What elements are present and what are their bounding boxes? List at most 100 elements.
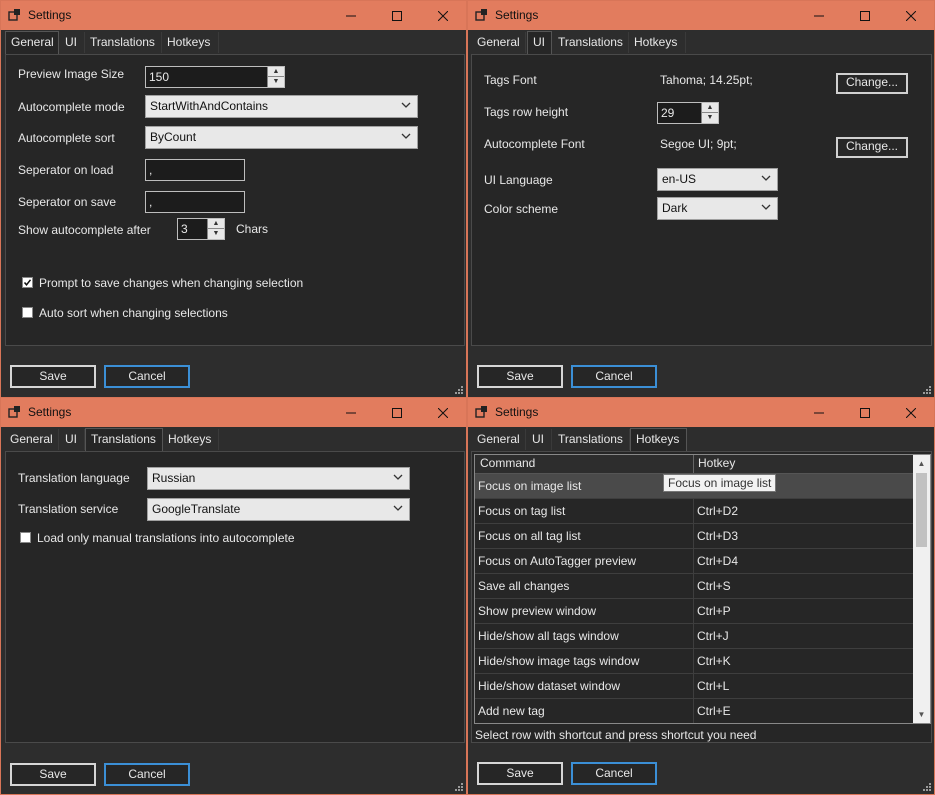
tab-ui[interactable]: UI: [527, 31, 552, 54]
hotkey-cell[interactable]: Ctrl+K: [697, 654, 731, 668]
scroll-up-icon[interactable]: ▲: [913, 455, 930, 472]
hotkey-cell[interactable]: Ctrl+D3: [697, 529, 738, 543]
minimize-button[interactable]: [796, 1, 842, 30]
cancel-button[interactable]: Cancel: [571, 762, 657, 785]
autocomplete-sort-label: Autocomplete sort: [18, 131, 115, 145]
table-row[interactable]: Focus on AutoTagger preview Ctrl+D4: [475, 549, 913, 574]
tab-hotkeys[interactable]: Hotkeys: [629, 32, 686, 53]
hotkey-cell[interactable]: Ctrl+E: [697, 704, 731, 718]
tags-font-label: Tags Font: [484, 73, 537, 87]
tab-general[interactable]: General: [5, 429, 59, 450]
tab-translations[interactable]: Translations: [85, 32, 162, 53]
translation-service-select[interactable]: GoogleTranslate: [147, 498, 410, 521]
ui-language-select[interactable]: en-US: [657, 168, 778, 191]
tab-hotkeys[interactable]: Hotkeys: [162, 32, 219, 53]
table-row[interactable]: Hide/show dataset window Ctrl+L: [475, 674, 913, 699]
tooltip: Focus on image list: [663, 474, 777, 492]
maximize-button[interactable]: [842, 1, 888, 30]
scroll-down-icon[interactable]: ▼: [913, 706, 930, 723]
hotkeys-grid[interactable]: Command Hotkey Focus on image list Focus…: [474, 454, 931, 724]
hotkey-cell[interactable]: Ctrl+P: [697, 604, 731, 618]
tab-translations[interactable]: Translations: [553, 32, 629, 53]
separator-on-load-input[interactable]: ,: [145, 159, 245, 181]
close-button[interactable]: [888, 1, 934, 30]
title-bar[interactable]: Settings: [468, 398, 934, 427]
prompt-to-save-checkbox[interactable]: [22, 277, 33, 288]
maximize-button[interactable]: [374, 398, 420, 427]
scroll-thumb[interactable]: [916, 473, 927, 547]
tab-ui[interactable]: UI: [527, 429, 552, 450]
table-row[interactable]: Hide/show image tags window Ctrl+K: [475, 649, 913, 674]
minimize-button[interactable]: [328, 1, 374, 30]
column-header-command[interactable]: Command: [480, 456, 535, 470]
cell-divider: [693, 674, 694, 698]
hotkey-cell[interactable]: Ctrl+S: [697, 579, 731, 593]
spin-buttons[interactable]: ▲ ▼: [701, 103, 718, 123]
title-bar[interactable]: Settings: [1, 398, 466, 427]
spin-down-icon[interactable]: ▼: [208, 229, 224, 239]
cancel-button[interactable]: Cancel: [571, 365, 657, 388]
vertical-scrollbar[interactable]: ▲ ▼: [913, 455, 930, 723]
tab-hotkeys[interactable]: Hotkeys: [630, 428, 687, 451]
tab-ui[interactable]: UI: [60, 32, 85, 53]
table-row[interactable]: Focus on all tag list Ctrl+D3: [475, 524, 913, 549]
column-header-hotkey[interactable]: Hotkey: [698, 456, 735, 470]
tab-general[interactable]: General: [472, 32, 526, 53]
table-row[interactable]: Hide/show all tags window Ctrl+J: [475, 624, 913, 649]
table-row[interactable]: Show preview window Ctrl+P: [475, 599, 913, 624]
tab-general[interactable]: General: [5, 31, 59, 54]
close-button[interactable]: [420, 1, 466, 30]
maximize-button[interactable]: [374, 1, 420, 30]
maximize-icon: [392, 10, 402, 21]
table-row[interactable]: Add new tag Ctrl+E: [475, 699, 913, 723]
close-button[interactable]: [888, 398, 934, 427]
spin-buttons[interactable]: ▲ ▼: [207, 219, 224, 239]
hotkey-cell[interactable]: Ctrl+L: [697, 679, 729, 693]
save-button[interactable]: Save: [10, 365, 96, 388]
separator-on-save-input[interactable]: ,: [145, 191, 245, 213]
tab-ui[interactable]: UI: [60, 429, 85, 450]
autocomplete-mode-select[interactable]: StartWithAndContains: [145, 95, 418, 118]
hotkey-cell[interactable]: Ctrl+D2: [697, 504, 738, 518]
spin-buttons[interactable]: ▲ ▼: [267, 67, 284, 87]
tab-general[interactable]: General: [472, 429, 526, 450]
hotkey-cell[interactable]: Ctrl+D4: [697, 554, 738, 568]
tags-row-height-stepper[interactable]: 29 ▲ ▼: [657, 102, 719, 124]
spin-down-icon[interactable]: ▼: [702, 113, 718, 123]
cancel-button[interactable]: Cancel: [104, 763, 190, 786]
minimize-button[interactable]: [796, 398, 842, 427]
show-autocomplete-after-stepper[interactable]: 3 ▲ ▼: [177, 218, 225, 240]
autocomplete-sort-select[interactable]: ByCount: [145, 126, 418, 149]
resize-grip-icon[interactable]: [454, 385, 464, 395]
settings-window-translations: Settings General UI Translations Hotkeys…: [0, 397, 467, 795]
spin-down-icon[interactable]: ▼: [268, 77, 284, 87]
minimize-button[interactable]: [328, 398, 374, 427]
save-button[interactable]: Save: [477, 762, 563, 785]
hotkey-cell[interactable]: Ctrl+J: [697, 629, 729, 643]
command-cell: Focus on all tag list: [478, 529, 581, 543]
manual-translations-checkbox[interactable]: [20, 532, 31, 543]
close-button[interactable]: [420, 398, 466, 427]
save-button[interactable]: Save: [477, 365, 563, 388]
auto-sort-checkbox[interactable]: [22, 307, 33, 318]
change-tags-font-button[interactable]: Change...: [836, 73, 908, 94]
table-row[interactable]: Save all changes Ctrl+S: [475, 574, 913, 599]
tab-translations[interactable]: Translations: [553, 429, 630, 450]
preview-image-size-stepper[interactable]: 150 ▲ ▼: [145, 66, 285, 88]
translation-language-select[interactable]: Russian: [147, 467, 410, 490]
resize-grip-icon[interactable]: [922, 782, 932, 792]
tab-hotkeys[interactable]: Hotkeys: [163, 429, 219, 450]
change-autocomplete-font-button[interactable]: Change...: [836, 137, 908, 158]
tab-translations[interactable]: Translations: [85, 428, 163, 451]
title-bar[interactable]: Settings: [1, 1, 466, 30]
maximize-button[interactable]: [842, 398, 888, 427]
title-bar[interactable]: Settings: [468, 1, 934, 30]
resize-grip-icon[interactable]: [922, 385, 932, 395]
table-row[interactable]: Focus on tag list Ctrl+D2: [475, 499, 913, 524]
cell-divider: [693, 499, 694, 523]
settings-window-general: Settings General UI Translations Hotkeys…: [0, 0, 467, 398]
cancel-button[interactable]: Cancel: [104, 365, 190, 388]
save-button[interactable]: Save: [10, 763, 96, 786]
resize-grip-icon[interactable]: [454, 782, 464, 792]
color-scheme-select[interactable]: Dark: [657, 197, 778, 220]
